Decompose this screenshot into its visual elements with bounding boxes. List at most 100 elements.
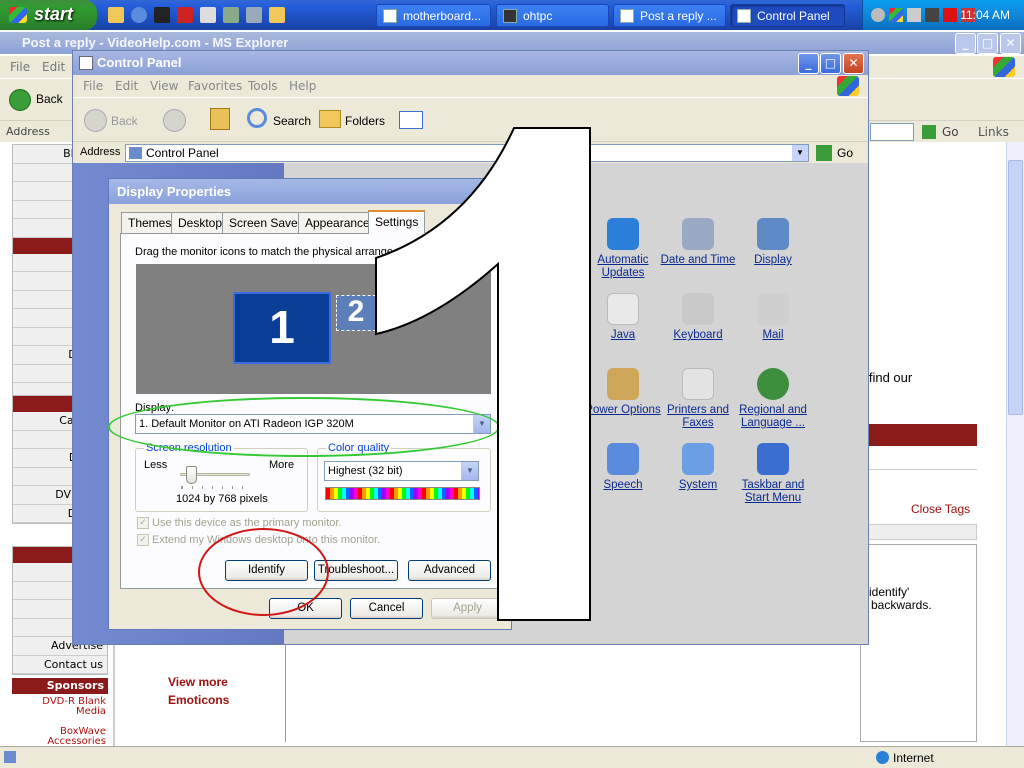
tray-network-icon[interactable] [925,8,939,22]
cp-menu-edit[interactable]: Edit [115,79,138,93]
go-arrow-icon[interactable] [816,145,832,161]
task-label: motherboard... [403,9,482,23]
chevron-down-icon[interactable]: ▼ [792,145,808,161]
app2-quicklaunch-icon[interactable] [200,7,216,23]
cp-close-button[interactable]: ✕ [843,53,864,74]
cp-go-label[interactable]: Go [837,146,853,160]
sponsor-link-dvdr[interactable]: DVD-R Blank Media [12,694,108,717]
cp-menu-favorites[interactable]: Favorites [188,79,242,93]
forward-arrow-icon[interactable] [163,109,186,132]
message-textarea[interactable]: identify' backwards. [860,544,977,742]
speech-icon [607,443,639,475]
folder2-quicklaunch-icon[interactable] [269,7,285,23]
ie-vertical-scrollbar[interactable] [1006,142,1024,746]
view-more-link[interactable]: View more [168,675,228,689]
ie-menu-file[interactable]: File [10,60,30,74]
cp-back-label[interactable]: Back [111,114,138,128]
ie-maximize-button[interactable]: □ [977,33,998,54]
primary-monitor-checkbox[interactable]: ✓ [137,517,149,529]
icon-regional-language[interactable]: Regional and Language ... [733,368,813,430]
start-button[interactable]: start [0,0,97,30]
tray-monitor-icon[interactable] [907,8,921,22]
form-header-bar [868,424,977,446]
icon-automatic-updates[interactable]: Automatic Updates [583,218,663,280]
icon-speech[interactable]: Speech [583,443,663,492]
search-icon[interactable] [247,108,267,128]
ie-go-label[interactable]: Go [942,125,959,139]
ati-icon[interactable] [943,8,957,22]
ie-minimize-button[interactable]: _ [955,33,976,54]
app-quicklaunch-icon[interactable] [177,7,193,23]
icon-label: Automatic Updates [597,254,649,279]
ie-address-field[interactable] [870,123,914,141]
ie-quicklaunch-icon[interactable] [131,7,147,23]
ie-back-label[interactable]: Back [36,92,63,106]
tray-windows-icon[interactable] [889,8,903,22]
red-highlight-ellipse [198,528,329,616]
close-tags-link[interactable]: Close Tags [911,502,970,516]
primary-monitor-label: Use this device as the primary monitor. [152,517,342,529]
icon-system[interactable]: System [658,443,738,492]
icon-taskbar-start-menu[interactable]: Taskbar and Start Menu [733,443,813,505]
sponsor-link-boxwave[interactable]: BoxWave Accessories [12,717,108,747]
icon-keyboard[interactable]: Keyboard [658,293,738,342]
control-panel-icon [737,9,751,23]
vlc-quicklaunch-icon[interactable] [154,7,170,23]
task-ohtpc[interactable]: ohtpc [496,4,609,27]
cp-minimize-button[interactable]: _ [798,53,819,74]
app4-quicklaunch-icon[interactable] [246,7,262,23]
folders-icon[interactable] [319,110,341,128]
task-post-reply[interactable]: Post a reply ... [613,4,726,27]
folder-quicklaunch-icon[interactable] [108,7,124,23]
icon-label: Mail [762,329,784,341]
tab-themes[interactable]: Themes [121,212,179,233]
internet-zone-label: Internet [893,751,934,765]
icon-java[interactable]: Java [583,293,663,342]
ie-menu-edit[interactable]: Edit [42,60,65,74]
windows-logo-icon [837,76,859,96]
tab-screen-saver[interactable]: Screen Saver [222,212,309,233]
icon-power-options[interactable]: Power Options [583,368,663,417]
icon-printers-and-faxes[interactable]: Printers and Faxes [658,368,738,430]
scroll-thumb[interactable] [1008,160,1023,415]
cp-title: Control Panel [97,55,182,70]
app3-quicklaunch-icon[interactable] [223,7,239,23]
task-motherboard[interactable]: motherboard... [376,4,491,27]
tab-settings[interactable]: Settings [368,210,426,234]
monitor-1-tile[interactable]: 1 [233,292,331,364]
ie-links-label[interactable]: Links [978,125,1009,139]
nav-contact-us[interactable]: Contact us [13,655,107,674]
resolution-value: 1024 by 768 pixels [176,493,268,505]
mail-icon [757,293,789,325]
back-arrow-icon[interactable] [9,89,31,111]
icon-mail[interactable]: Mail [733,293,813,342]
display-icon [757,218,789,250]
cp-menu-tools[interactable]: Tools [248,79,278,93]
emoticons-link[interactable]: Emoticons [168,693,229,707]
system-tray: 11:04 AM [862,0,1024,30]
cp-menu-view[interactable]: View [150,79,178,93]
tray-app-icon[interactable] [871,8,885,22]
cp-menu-file[interactable]: File [83,79,103,93]
snippet-identify: identify' [869,585,910,599]
ie-title: Post a reply - VideoHelp.com - MS Explor… [22,35,289,50]
go-arrow-icon[interactable] [922,125,936,139]
big-digit-shape [375,127,591,621]
monitor-2-tile[interactable]: 2 [336,295,376,331]
icon-display[interactable]: Display [733,218,813,267]
cp-search-label[interactable]: Search [273,114,311,128]
internet-zone-icon [876,751,889,764]
task-control-panel[interactable]: Control Panel [730,4,845,27]
cp-maximize-button[interactable]: □ [820,53,841,74]
resolution-slider-thumb[interactable] [186,466,197,484]
sponsors-head: Sponsors [12,678,108,694]
extend-desktop-checkbox[interactable]: ✓ [137,534,149,546]
control-panel-icon [79,56,93,70]
ie-close-button[interactable]: ✕ [1000,33,1021,54]
cp-menu-help[interactable]: Help [289,79,316,93]
up-folder-icon[interactable] [210,108,230,130]
back-arrow-icon[interactable] [84,109,107,132]
icon-date-and-time[interactable]: Date and Time [658,218,738,267]
tab-desktop[interactable]: Desktop [171,212,230,233]
tab-appearance[interactable]: Appearance [298,212,377,233]
